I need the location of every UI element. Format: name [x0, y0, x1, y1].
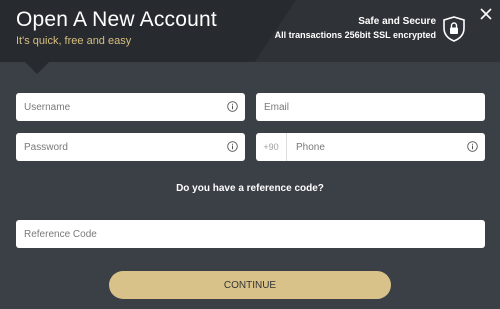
info-icon[interactable]: [227, 141, 238, 152]
info-icon[interactable]: [467, 141, 478, 152]
signup-modal: Open A New Account It's quick, free and …: [0, 0, 500, 309]
close-icon[interactable]: [479, 7, 493, 21]
username-field-wrapper: [16, 93, 245, 121]
security-notice: Safe and Secure All transactions 256bit …: [275, 16, 436, 40]
reference-code-field-wrapper: [16, 220, 485, 248]
password-field-wrapper: [16, 133, 245, 161]
reference-code-question[interactable]: Do you have a reference code?: [0, 183, 500, 194]
info-icon[interactable]: [227, 101, 238, 112]
phone-input[interactable]: [256, 133, 485, 161]
continue-button[interactable]: CONTINUE: [109, 271, 391, 299]
email-input[interactable]: [256, 93, 485, 121]
security-title: Safe and Secure: [358, 16, 436, 27]
phone-field-wrapper: +90: [256, 133, 485, 161]
password-input[interactable]: [16, 133, 245, 161]
modal-title: Open A New Account: [16, 8, 217, 31]
security-subtitle: All transactions 256bit SSL encrypted: [274, 30, 436, 40]
email-field-wrapper: [256, 93, 485, 121]
header-notch: [25, 62, 49, 74]
shield-lock-icon: [443, 16, 465, 42]
reference-code-input[interactable]: [16, 220, 485, 248]
modal-subtitle: It's quick, free and easy: [16, 35, 132, 47]
username-input[interactable]: [16, 93, 245, 121]
